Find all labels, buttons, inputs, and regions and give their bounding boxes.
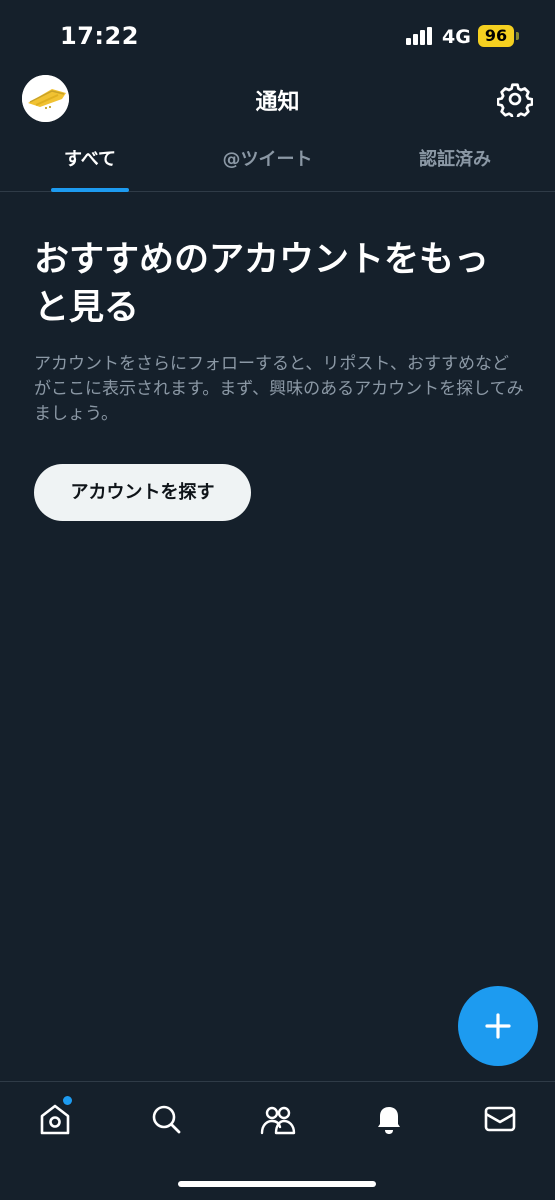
home-indicator xyxy=(178,1181,376,1187)
status-time: 17:22 xyxy=(60,22,139,50)
find-accounts-button[interactable]: アカウントを探す xyxy=(34,464,251,521)
plus-icon xyxy=(485,1013,511,1039)
nav-search[interactable] xyxy=(146,1099,186,1139)
compose-button[interactable] xyxy=(458,986,538,1066)
tab-label: すべて xyxy=(63,149,117,170)
nav-messages[interactable] xyxy=(480,1099,520,1139)
tab-mentions[interactable]: @ツイート xyxy=(180,136,355,191)
battery-tip xyxy=(516,32,519,40)
nav-communities[interactable] xyxy=(258,1099,298,1139)
heading-line-1: おすすめのアカウントをもっ xyxy=(34,240,490,280)
tab-bar: すべて @ツイート 認証済み xyxy=(0,136,555,192)
heading-line-2: と見る xyxy=(34,288,140,328)
gear-icon xyxy=(496,83,534,121)
empty-state-heading: おすすめのアカウントをもっ と見る xyxy=(34,236,524,332)
settings-button[interactable] xyxy=(496,81,534,121)
nav-notifications[interactable] xyxy=(369,1099,409,1139)
empty-state: おすすめのアカウントをもっ と見る アカウントをさらにフォローすると、リポスト、… xyxy=(34,236,524,427)
empty-state-description: アカウントをさらにフォローすると、リポスト、おすすめなどがここに表示されます。ま… xyxy=(34,354,524,424)
tab-verified[interactable]: 認証済み xyxy=(355,136,555,191)
tab-label: 認証済み xyxy=(419,149,491,170)
signal-icon xyxy=(406,27,434,45)
tab-label: @ツイート xyxy=(222,149,313,170)
active-tab-indicator xyxy=(51,188,129,192)
home-icon xyxy=(40,1104,70,1135)
network-type: 4G xyxy=(442,26,471,48)
page-title: 通知 xyxy=(255,90,300,115)
status-bar: 17:22 4G 96 xyxy=(0,0,555,72)
mail-icon xyxy=(484,1106,516,1132)
header: 通知 xyxy=(0,72,555,126)
nav-home[interactable] xyxy=(35,1096,75,1139)
tab-all[interactable]: すべて xyxy=(0,136,180,192)
battery-level: 96 xyxy=(478,25,514,47)
search-icon xyxy=(152,1105,181,1134)
home-badge xyxy=(63,1096,72,1105)
communities-icon xyxy=(260,1106,296,1135)
bell-icon xyxy=(378,1107,400,1134)
